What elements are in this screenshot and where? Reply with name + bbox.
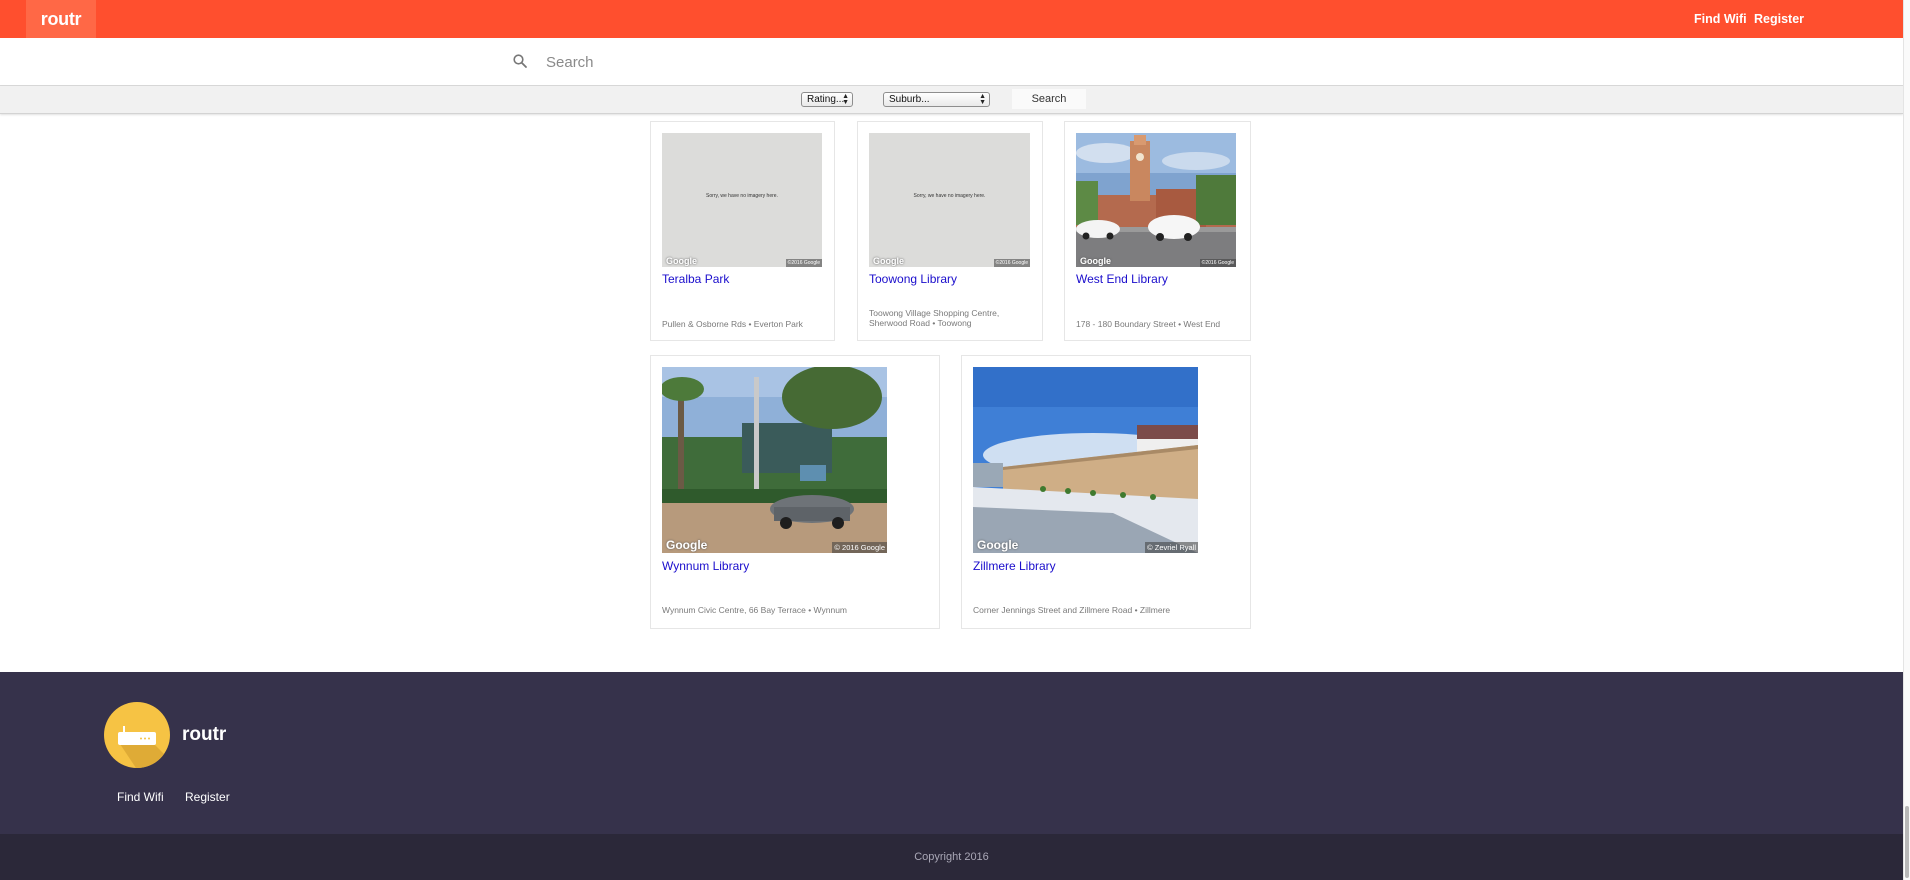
result-title-link[interactable]: Teralba Park [662,272,729,286]
footer-find-wifi-link[interactable]: Find Wifi [117,790,164,804]
suburb-select[interactable]: Suburb... ▲ ▼ [883,92,990,107]
footer-brand-name: routr [182,724,227,745]
result-address: Corner Jennings Street and Zillmere Road… [973,605,1171,615]
result-card[interactable]: Google © Zevriel Ryall Zillmere Library … [961,355,1251,629]
street-view-photo [1076,133,1236,267]
image-copyright: © Zevriel Ryall [1145,542,1198,553]
select-arrows-icon: ▲ ▼ [842,93,849,106]
result-card[interactable]: Google ©2016 Google West End Library 178… [1064,121,1251,341]
copyright-bar: Copyright 2016 [0,834,1903,880]
rating-select-value: Rating... [807,94,845,105]
result-address: Wynnum Civic Centre, 66 Bay Terrace • Wy… [662,605,848,615]
result-card[interactable]: Google © 2016 Google Wynnum Library Wynn… [650,355,940,629]
no-imagery-thumbnail[interactable]: Sorry, we have no imagery here. Google ©… [869,133,1030,267]
suburb-select-value: Suburb... [889,94,930,105]
image-copyright: ©2016 Google [1199,259,1236,267]
footer: routr Find Wifi Register [0,672,1903,834]
result-title-link[interactable]: West End Library [1076,272,1168,286]
search-bar [0,38,1903,86]
filter-bar: Rating... ▲ ▼ Suburb... ▲ ▼ Search [0,86,1903,114]
router-icon [104,702,170,768]
brand-logo-link[interactable]: routr [26,0,96,38]
street-view-thumbnail[interactable]: Google ©2016 Google [1076,133,1236,267]
top-navbar: routr Find Wifi Register [0,0,1903,38]
street-view-photo [973,367,1198,553]
scrollbar-thumb[interactable] [1905,806,1909,878]
page-scrollbar[interactable] [1903,0,1910,880]
footer-register-link[interactable]: Register [185,790,230,804]
nav-find-wifi-link[interactable]: Find Wifi [1694,0,1747,38]
google-logo: Google [666,256,697,266]
select-arrows-icon: ▲ ▼ [979,93,986,106]
result-card[interactable]: Sorry, we have no imagery here. Google ©… [857,121,1043,341]
result-title-link[interactable]: Wynnum Library [662,559,749,573]
result-title-link[interactable]: Toowong Library [869,272,957,286]
google-logo: Google [666,538,708,552]
image-copyright: ©2016 Google [785,259,822,267]
image-copyright: © 2016 Google [832,542,887,553]
rating-select[interactable]: Rating... ▲ ▼ [801,92,853,107]
result-card[interactable]: Sorry, we have no imagery here. Google ©… [650,121,835,341]
filter-search-button[interactable]: Search [1012,89,1086,109]
no-imagery-thumbnail[interactable]: Sorry, we have no imagery here. Google ©… [662,133,822,267]
street-view-thumbnail[interactable]: Google © Zevriel Ryall [973,367,1198,553]
street-view-thumbnail[interactable]: Google © 2016 Google [662,367,887,553]
google-logo: Google [1080,256,1111,266]
result-address: 178 - 180 Boundary Street • West End [1076,319,1221,329]
no-imagery-text: Sorry, we have no imagery here. [913,193,986,199]
street-view-photo [662,367,887,553]
result-address: Pullen & Osborne Rds • Everton Park [662,319,803,329]
result-title-link[interactable]: Zillmere Library [973,559,1056,573]
google-logo: Google [873,256,904,266]
search-icon [513,54,527,68]
search-input[interactable] [546,46,1246,78]
google-logo: Google [977,538,1019,552]
result-address: Toowong Village Shopping Centre, Sherwoo… [869,308,1000,328]
no-imagery-text: Sorry, we have no imagery here. [706,193,778,199]
image-copyright: ©2016 Google [993,259,1030,267]
nav-register-link[interactable]: Register [1754,0,1804,38]
